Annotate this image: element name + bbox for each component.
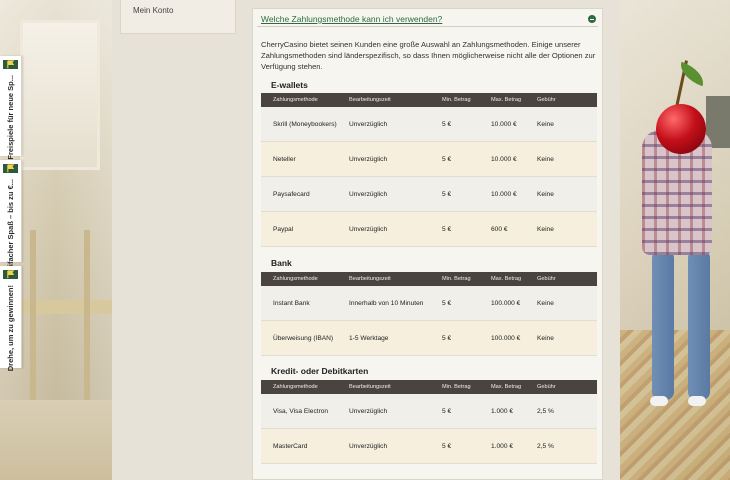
col-header: Zahlungsmethode [273, 97, 318, 103]
cell-method: Skrill (Moneybookers) [273, 120, 337, 128]
cell-max: 1.000 € [491, 442, 513, 450]
cell-min: 5 € [442, 120, 452, 128]
side-tab-label: 40 Freispiele für neue Sp... [6, 75, 15, 171]
side-tab-triple-fun[interactable]: Dreifacher Spaß – bis zu €... [0, 160, 22, 279]
cell-time: Unverzüglich [349, 442, 388, 450]
table-cards: Zahlungsmethode Bearbeitungszeit Min. Be… [261, 380, 597, 464]
section-title-ewallets: E-wallets [271, 80, 308, 90]
table-row: Instant Bank Innerhalb von 10 Minuten 5 … [261, 286, 597, 321]
cell-time: Unverzüglich [349, 407, 388, 415]
cell-method: Paysafecard [273, 190, 310, 198]
minus-circle-icon[interactable] [588, 15, 596, 23]
background-chair [30, 230, 90, 400]
cell-fee: 2,5 % [537, 442, 554, 450]
flag-icon [3, 270, 18, 279]
table-ewallets: Zahlungsmethode Bearbeitungszeit Min. Be… [261, 93, 597, 247]
table-row: Skrill (Moneybookers) Unverzüglich 5 € 1… [261, 107, 597, 142]
cell-time: Unverzüglich [349, 190, 388, 198]
cell-max: 600 € [491, 225, 508, 233]
flag-icon [3, 164, 18, 173]
table-row: Visa, Visa Electron Unverzüglich 5 € 1.0… [261, 394, 597, 429]
col-header: Min. Betrag [442, 276, 471, 282]
account-menu[interactable]: Mein Konto [120, 0, 236, 34]
col-header: Gebühr [537, 97, 556, 103]
cell-min: 5 € [442, 334, 452, 342]
col-header: Bearbeitungszeit [349, 384, 391, 390]
cell-max: 100.000 € [491, 334, 521, 342]
cell-method: Paypal [273, 225, 294, 233]
background-floor [0, 400, 112, 480]
table-row: Paysafecard Unverzüglich 5 € 10.000 € Ke… [261, 177, 597, 212]
mascot-leg-right [688, 250, 710, 400]
cell-method: Visa, Visa Electron [273, 407, 329, 415]
side-tab-spin-to-win[interactable]: Drehe, um zu gewinnen! [0, 266, 22, 372]
mascot-shoe-left [650, 396, 668, 406]
col-header: Gebühr [537, 276, 556, 282]
cell-fee: Keine [537, 120, 554, 128]
cell-method: Instant Bank [273, 299, 310, 307]
col-header: Bearbeitungszeit [349, 97, 391, 103]
background-window [20, 20, 100, 170]
col-header: Max. Betrag [491, 384, 522, 390]
cell-fee: Keine [537, 190, 554, 198]
side-tab-label: Drehe, um zu gewinnen! [6, 285, 15, 372]
cell-max: 10.000 € [491, 155, 517, 163]
cell-time: Unverzüglich [349, 155, 388, 163]
cell-min: 5 € [442, 225, 452, 233]
section-title-bank: Bank [271, 258, 292, 268]
cherry-head [656, 104, 706, 154]
table-header: Zahlungsmethode Bearbeitungszeit Min. Be… [261, 272, 597, 286]
table-row: Paypal Unverzüglich 5 € 600 € Keine [261, 212, 597, 247]
faq-intro-text: CherryCasino bietet seinen Kunden eine g… [261, 40, 596, 71]
cell-fee: Keine [537, 155, 554, 163]
table-row: Neteller Unverzüglich 5 € 10.000 € Keine [261, 142, 597, 177]
col-header: Gebühr [537, 384, 556, 390]
cell-max: 10.000 € [491, 120, 517, 128]
table-header: Zahlungsmethode Bearbeitungszeit Min. Be… [261, 380, 597, 394]
section-title-cards: Kredit- oder Debitkarten [271, 366, 369, 376]
cell-method: MasterCard [273, 442, 308, 450]
col-header: Zahlungsmethode [273, 384, 318, 390]
col-header: Bearbeitungszeit [349, 276, 391, 282]
col-header: Max. Betrag [491, 97, 522, 103]
cell-method: Überweisung (IBAN) [273, 334, 334, 342]
cell-min: 5 € [442, 155, 452, 163]
cell-fee: Keine [537, 299, 554, 307]
cherry-mascot [630, 60, 730, 410]
mascot-shoe-right [688, 396, 706, 406]
cell-max: 10.000 € [491, 190, 517, 198]
cell-min: 5 € [442, 442, 452, 450]
cell-time: 1-5 Werktage [349, 334, 389, 342]
faq-question[interactable]: Welche Zahlungsmethode kann ich verwende… [261, 14, 442, 24]
faq-panel: Welche Zahlungsmethode kann ich verwende… [252, 8, 603, 480]
table-row: Überweisung (IBAN) 1-5 Werktage 5 € 100.… [261, 321, 597, 356]
col-header: Max. Betrag [491, 276, 522, 282]
cell-max: 1.000 € [491, 407, 513, 415]
table-row: MasterCard Unverzüglich 5 € 1.000 € 2,5 … [261, 429, 597, 464]
account-link[interactable]: Mein Konto [133, 6, 173, 15]
cell-min: 5 € [442, 299, 452, 307]
cell-max: 100.000 € [491, 299, 521, 307]
cell-time: Unverzüglich [349, 225, 388, 233]
cell-min: 5 € [442, 190, 452, 198]
table-bank: Zahlungsmethode Bearbeitungszeit Min. Be… [261, 272, 597, 356]
cell-time: Innerhalb von 10 Minuten [349, 299, 424, 307]
mascot-leg-left [652, 250, 674, 400]
flag-icon [3, 60, 18, 69]
side-tab-label: Dreifacher Spaß – bis zu €... [6, 179, 15, 279]
table-header: Zahlungsmethode Bearbeitungszeit Min. Be… [261, 93, 597, 107]
cell-min: 5 € [442, 407, 452, 415]
faq-question-header[interactable]: Welche Zahlungsmethode kann ich verwende… [257, 11, 598, 27]
col-header: Min. Betrag [442, 384, 471, 390]
col-header: Min. Betrag [442, 97, 471, 103]
col-header: Zahlungsmethode [273, 276, 318, 282]
cell-fee: Keine [537, 225, 554, 233]
cell-time: Unverzüglich [349, 120, 388, 128]
cell-fee: Keine [537, 334, 554, 342]
cell-fee: 2,5 % [537, 407, 554, 415]
side-tab-free-spins[interactable]: 40 Freispiele für neue Sp... [0, 56, 22, 170]
cell-method: Neteller [273, 155, 296, 163]
